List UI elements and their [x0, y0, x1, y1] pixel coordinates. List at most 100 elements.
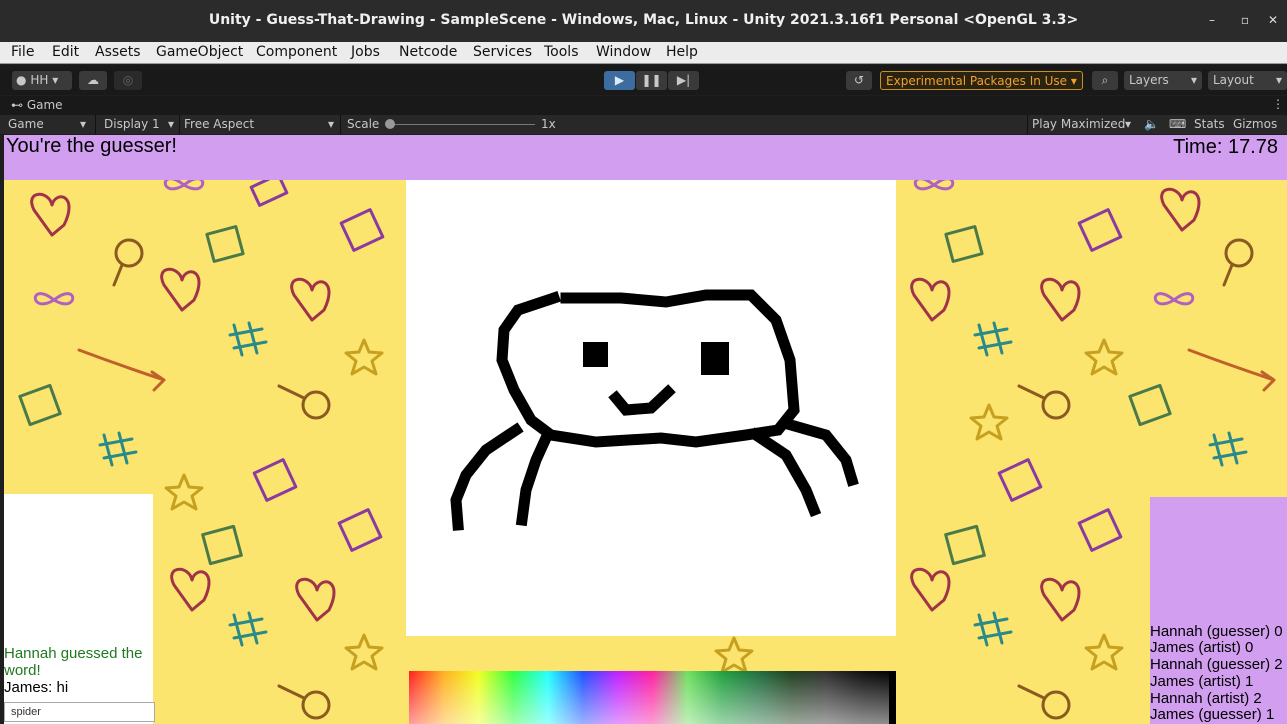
menu-services[interactable]: Services — [473, 44, 532, 60]
color-palette[interactable] — [409, 671, 896, 724]
experimental-label: Experimental Packages In Use — [886, 74, 1068, 88]
divider — [95, 115, 96, 134]
account-dropdown[interactable]: ● HH ▾ — [12, 71, 72, 90]
heart-doodle — [30, 192, 71, 237]
chevron-down-icon: ▾ — [328, 117, 335, 131]
stroke-leg — [515, 430, 554, 527]
stats-button[interactable]: Stats — [1194, 117, 1225, 131]
score-entry: James (artist) 0 — [1150, 639, 1254, 657]
pause-button[interactable]: ❚❚ — [636, 71, 667, 90]
game-view-controls: Game ▾ Display 1 ▾ Free Aspect ▾ Scale 1… — [0, 115, 1287, 134]
timer-label: Time: 17.78 — [1173, 136, 1278, 158]
aspect-dropdown[interactable]: Free Aspect — [184, 117, 254, 131]
pause-icon: ❚❚ — [641, 73, 662, 87]
gamepad-icon: ⊷ — [11, 98, 23, 112]
close-button[interactable]: ✕ — [1265, 12, 1281, 28]
layout-dropdown[interactable]: Layout ▾ — [1208, 71, 1287, 90]
experimental-packages-badge[interactable]: Experimental Packages In Use ▾ — [880, 71, 1083, 90]
stroke-leg — [450, 422, 524, 531]
play-mode-dropdown[interactable]: Play Maximized — [1032, 117, 1125, 131]
menu-help[interactable]: Help — [666, 44, 698, 60]
tab-game[interactable]: ⊷ Game — [11, 98, 63, 112]
score-entry: Hannah (artist) 2 — [1150, 689, 1262, 707]
heart-doodle — [160, 267, 201, 312]
play-icon: ▶ — [614, 73, 625, 87]
game-view[interactable]: You're the guesser! Time: 17.78 Hannah g… — [4, 135, 1287, 724]
menu-file[interactable]: File — [11, 44, 34, 60]
chat-panel: Hannah guessed the word! James: hi spide… — [4, 494, 155, 724]
score-entry: Hannah (guesser) 2 — [1150, 656, 1283, 674]
main-toolbar: ● HH ▾ ☁ ◎ ▶ ❚❚ ▶| ↺ Experimental Packag… — [0, 65, 1287, 95]
collab-icon: ◎ — [122, 73, 134, 87]
chevron-down-icon: ▾ — [1190, 73, 1197, 87]
scale-slider-track[interactable] — [391, 124, 535, 125]
scoreboard-panel: Hannah (guesser) 0 James (artist) 0 Hann… — [1150, 497, 1287, 724]
step-button[interactable]: ▶| — [668, 71, 699, 90]
stroke-body — [496, 289, 800, 448]
collab-button[interactable]: ◎ — [114, 71, 142, 90]
keyboard-icon[interactable]: ⌨ — [1169, 117, 1186, 131]
score-entry: James (guesser) 1 — [1150, 706, 1275, 724]
chat-log: Hannah guessed the word! James: hi — [4, 645, 153, 696]
step-icon: ▶| — [676, 73, 691, 87]
divider — [1027, 115, 1028, 134]
cloud-icon: ☁ — [87, 73, 99, 87]
menu-component[interactable]: Component — [256, 44, 337, 60]
chevron-down-icon: ▾ — [1125, 117, 1132, 131]
menu-assets[interactable]: Assets — [95, 44, 141, 60]
heart-doodle — [170, 567, 211, 612]
stroke-mouth — [608, 384, 676, 416]
gizmos-button[interactable]: Gizmos — [1233, 117, 1277, 131]
display-dropdown[interactable]: Display 1 — [104, 117, 160, 131]
role-label: You're the guesser! — [6, 135, 177, 157]
scale-label: Scale — [347, 117, 380, 131]
heart-doodle — [1040, 577, 1081, 622]
maximize-button[interactable]: ▫ — [1237, 12, 1253, 28]
chevron-down-icon: ▾ — [80, 117, 87, 131]
stroke-eye — [701, 342, 729, 375]
mute-audio-icon[interactable]: 🔈 — [1144, 117, 1159, 131]
scale-value: 1x — [541, 117, 556, 131]
scale-slider-handle[interactable] — [385, 119, 395, 129]
menu-bar: File Edit Assets GameObject Component Jo… — [0, 42, 1287, 64]
heart-doodle — [295, 577, 336, 622]
chat-message: Hannah guessed the word! — [4, 645, 143, 679]
window-titlebar: Unity - Guess-That-Drawing - SampleScene… — [0, 0, 1287, 42]
menu-window[interactable]: Window — [596, 44, 651, 60]
chat-input[interactable]: spider — [4, 702, 155, 722]
panel-tab-bar: ⊷ Game ⋮ — [0, 96, 1287, 115]
divider — [179, 115, 180, 134]
window-title: Unity - Guess-That-Drawing - SampleScene… — [208, 12, 1079, 28]
palette-black-swatch[interactable] — [889, 671, 896, 724]
score-entry: James (artist) 1 — [1150, 672, 1254, 690]
chevron-down-icon: ▾ — [1275, 73, 1282, 87]
undo-history-button[interactable]: ↺ — [846, 71, 872, 90]
heart-doodle — [1040, 277, 1081, 322]
tab-game-label: Game — [26, 98, 63, 112]
layers-dropdown[interactable]: Layers ▾ — [1124, 71, 1202, 90]
menu-netcode[interactable]: Netcode — [399, 44, 457, 60]
menu-gameobject[interactable]: GameObject — [156, 44, 243, 60]
chevron-down-icon: ▾ — [168, 117, 175, 131]
drawing-canvas[interactable] — [406, 180, 896, 636]
stroke-leg — [748, 427, 822, 518]
menu-edit[interactable]: Edit — [52, 44, 79, 60]
panel-menu-icon[interactable]: ⋮ — [1272, 97, 1284, 111]
heart-doodle — [910, 277, 951, 322]
menu-tools[interactable]: Tools — [544, 44, 579, 60]
stroke-eye — [583, 342, 608, 367]
play-button[interactable]: ▶ — [604, 71, 635, 90]
cloud-button[interactable]: ☁ — [79, 71, 107, 90]
palette-shade — [409, 671, 896, 724]
drawing-strokes — [450, 289, 859, 531]
view-mode-dropdown[interactable]: Game — [8, 117, 44, 131]
search-icon: ⌕ — [1101, 73, 1109, 87]
minimize-button[interactable]: – — [1204, 12, 1220, 28]
history-icon: ↺ — [853, 73, 865, 87]
chevron-down-icon: ▾ — [1070, 74, 1077, 88]
score-list: Hannah (guesser) 0 James (artist) 0 Hann… — [1150, 622, 1287, 724]
score-entry: Hannah (guesser) 0 — [1150, 622, 1283, 640]
search-button[interactable]: ⌕ — [1092, 71, 1118, 90]
menu-jobs[interactable]: Jobs — [351, 44, 380, 60]
chat-message: James: hi — [4, 679, 69, 696]
